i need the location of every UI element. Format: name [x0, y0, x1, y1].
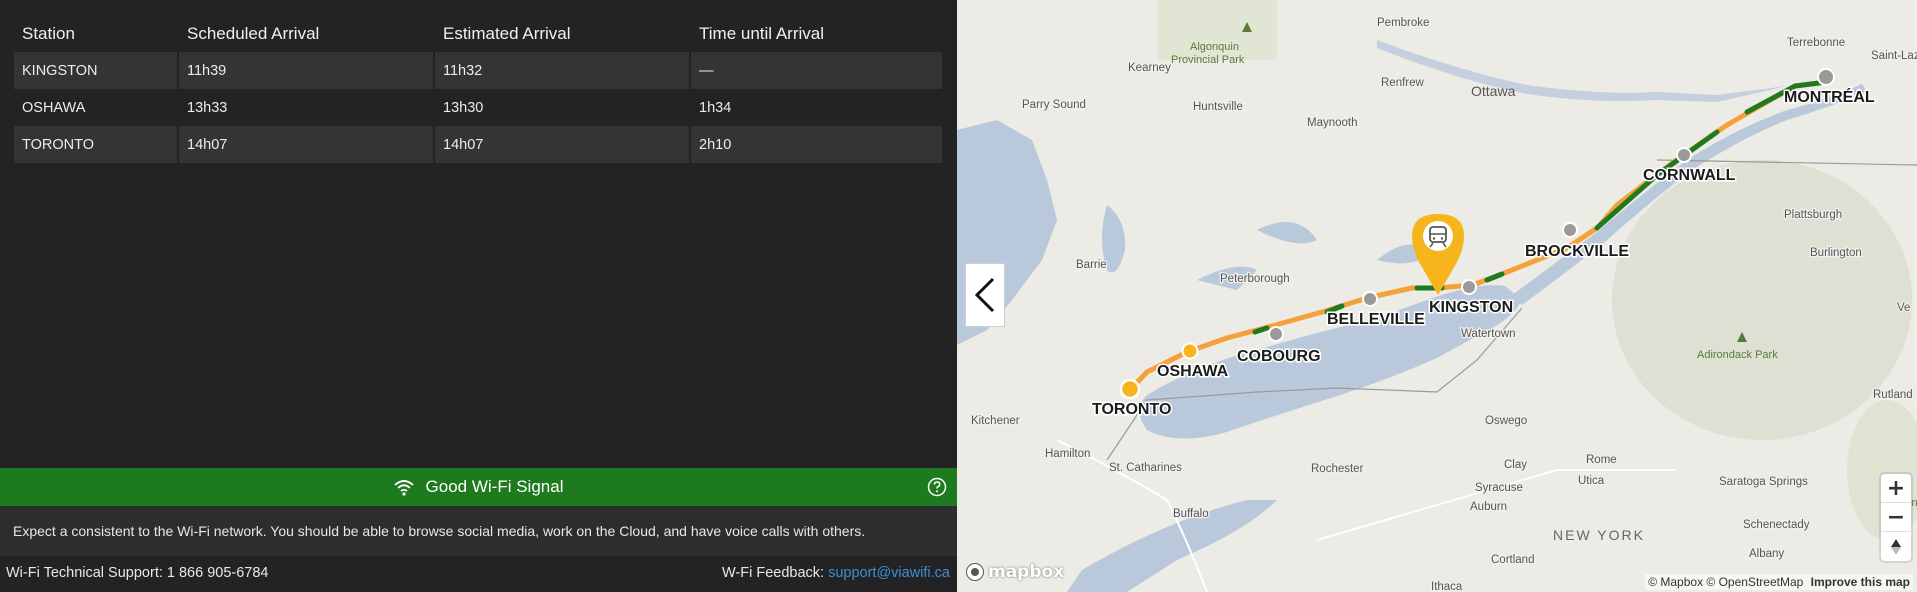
city-label: Saratoga Springs — [1719, 476, 1808, 488]
city-label: Kitchener — [971, 415, 1020, 427]
station-marker-cornwall[interactable] — [1676, 147, 1692, 163]
route-map[interactable]: MONTRÉAL CORNWALL BROCKVILLE KINGSTON BE… — [957, 0, 1917, 592]
city-label: Plattsburgh — [1784, 209, 1842, 221]
city-label: Terrebonne — [1787, 37, 1845, 49]
estimated-cell: 13h30 — [433, 89, 690, 126]
zoom-out-button[interactable]: − — [1881, 503, 1911, 532]
city-label: Rome — [1586, 454, 1617, 466]
table-header-row: Station Scheduled Arrival Estimated Arri… — [14, 15, 942, 52]
city-label: Albany — [1749, 548, 1784, 560]
station-marker-toronto[interactable] — [1119, 378, 1141, 400]
station-label: KINGSTON — [1429, 299, 1513, 316]
city-label: Oswego — [1485, 415, 1527, 427]
mapbox-logo-icon — [966, 563, 984, 581]
station-marker-cobourg[interactable] — [1268, 326, 1284, 342]
station-marker-kingston[interactable] — [1461, 279, 1477, 295]
column-header-station: Station — [22, 23, 75, 43]
city-label: Ithaca — [1431, 581, 1463, 592]
column-header-estimated: Estimated Arrival — [433, 15, 690, 52]
station-cell: TORONTO — [14, 126, 178, 163]
scheduled-cell: 11h39 — [177, 52, 434, 89]
city-label: Buffalo — [1173, 508, 1209, 520]
city-label: Pembroke — [1377, 17, 1429, 29]
station-label: CORNWALL — [1643, 167, 1736, 184]
city-label: Peterborough — [1220, 273, 1290, 285]
attribution-text[interactable]: © Mapbox © OpenStreetMap — [1648, 575, 1803, 589]
column-header-scheduled: Scheduled Arrival — [177, 15, 434, 52]
table-row: TORONTO 14h07 14h07 2h10 — [14, 126, 942, 163]
station-marker-belleville[interactable] — [1362, 291, 1378, 307]
station-label: COBOURG — [1237, 348, 1321, 365]
station-cell: OSHAWA — [22, 99, 86, 116]
wifi-description: Expect a consistent to the Wi-Fi network… — [0, 506, 957, 556]
city-label: Rutland — [1873, 389, 1913, 401]
footer: Wi-Fi Technical Support: 1 866 905-6784 … — [0, 556, 957, 592]
left-panel: Station Scheduled Arrival Estimated Arri… — [0, 0, 957, 592]
time-until-cell: 1h34 — [689, 89, 942, 126]
collapse-panel-button[interactable] — [965, 263, 1005, 327]
city-label: Maynooth — [1307, 117, 1358, 129]
city-label: Ve — [1897, 302, 1910, 314]
city-label: Utica — [1578, 475, 1605, 487]
station-marker-brockville[interactable] — [1562, 222, 1578, 238]
chevron-left-icon — [974, 277, 995, 313]
station-label: BROCKVILLE — [1525, 243, 1629, 260]
city-label: Syracuse — [1475, 482, 1523, 494]
city-label: Huntsville — [1193, 101, 1243, 113]
station-label: BELLEVILLE — [1327, 311, 1425, 328]
time-until-cell: 2h10 — [689, 126, 942, 163]
table-row: KINGSTON 11h39 11h32 — — [14, 52, 942, 89]
table-row: OSHAWA 13h33 13h30 1h34 — [14, 89, 942, 126]
estimated-cell: 14h07 — [433, 126, 690, 163]
park-label: Adirondack Park — [1697, 349, 1778, 361]
city-label: Parry Sound — [1022, 99, 1086, 111]
station-label: TORONTO — [1092, 401, 1171, 418]
arrivals-table: Station Scheduled Arrival Estimated Arri… — [14, 15, 942, 163]
city-label: Ottawa — [1471, 83, 1516, 99]
feedback-email-link[interactable]: support@viawifi.ca — [828, 565, 950, 581]
scheduled-cell: 14h07 — [177, 126, 434, 163]
feedback: W-Fi Feedback: support@viawifi.ca — [722, 565, 950, 581]
station-cell: KINGSTON — [14, 52, 178, 89]
estimated-cell: 11h32 — [433, 52, 690, 89]
city-label: Schenectady — [1743, 519, 1810, 531]
support-phone: Wi-Fi Technical Support: 1 866 905-6784 — [6, 565, 269, 581]
city-label: Watertown — [1461, 328, 1516, 340]
station-label: MONTRÉAL — [1784, 87, 1875, 106]
station-marker-oshawa[interactable] — [1181, 342, 1199, 360]
mapbox-logo-text: mapbox — [988, 562, 1065, 582]
column-header-time-until: Time until Arrival — [689, 15, 942, 52]
map-canvas[interactable]: MONTRÉAL CORNWALL BROCKVILLE KINGSTON BE… — [957, 0, 1917, 592]
city-label: Barrie — [1076, 259, 1107, 271]
improve-map-link[interactable]: Improve this map — [1811, 575, 1910, 589]
wifi-icon — [393, 479, 414, 496]
station-label: OSHAWA — [1157, 363, 1229, 380]
question-circle-icon[interactable] — [927, 477, 947, 497]
wifi-status-label: Good Wi-Fi Signal — [425, 477, 564, 496]
zoom-in-button[interactable]: + — [1881, 474, 1911, 503]
compass-icon[interactable] — [1881, 532, 1911, 561]
zoom-controls: + − — [1881, 474, 1911, 561]
scheduled-cell: 13h33 — [177, 89, 434, 126]
mapbox-logo[interactable]: mapbox — [965, 562, 1064, 582]
time-until-cell: — — [689, 52, 942, 89]
city-label: Burlington — [1810, 247, 1862, 259]
city-label: Cortland — [1491, 554, 1534, 566]
wifi-status-bar: Good Wi-Fi Signal — [0, 468, 957, 506]
city-label: Auburn — [1470, 501, 1507, 513]
city-label: St. Catharines — [1109, 462, 1182, 474]
station-marker-montreal[interactable] — [1817, 68, 1835, 86]
city-label: Saint-Laz — [1871, 50, 1917, 62]
feedback-label: W-Fi Feedback: — [721, 565, 829, 581]
city-label: Renfrew — [1381, 77, 1425, 89]
city-label: Clay — [1504, 459, 1527, 471]
city-label: Kearney — [1128, 62, 1171, 74]
region-label: NEW YORK — [1553, 527, 1645, 543]
city-label: Rochester — [1311, 463, 1364, 475]
city-label: Hamilton — [1045, 448, 1090, 460]
park-label-text: Algonquin — [1190, 41, 1239, 53]
map-attribution: © Mapbox © OpenStreetMap Improve this ma… — [1645, 574, 1913, 590]
